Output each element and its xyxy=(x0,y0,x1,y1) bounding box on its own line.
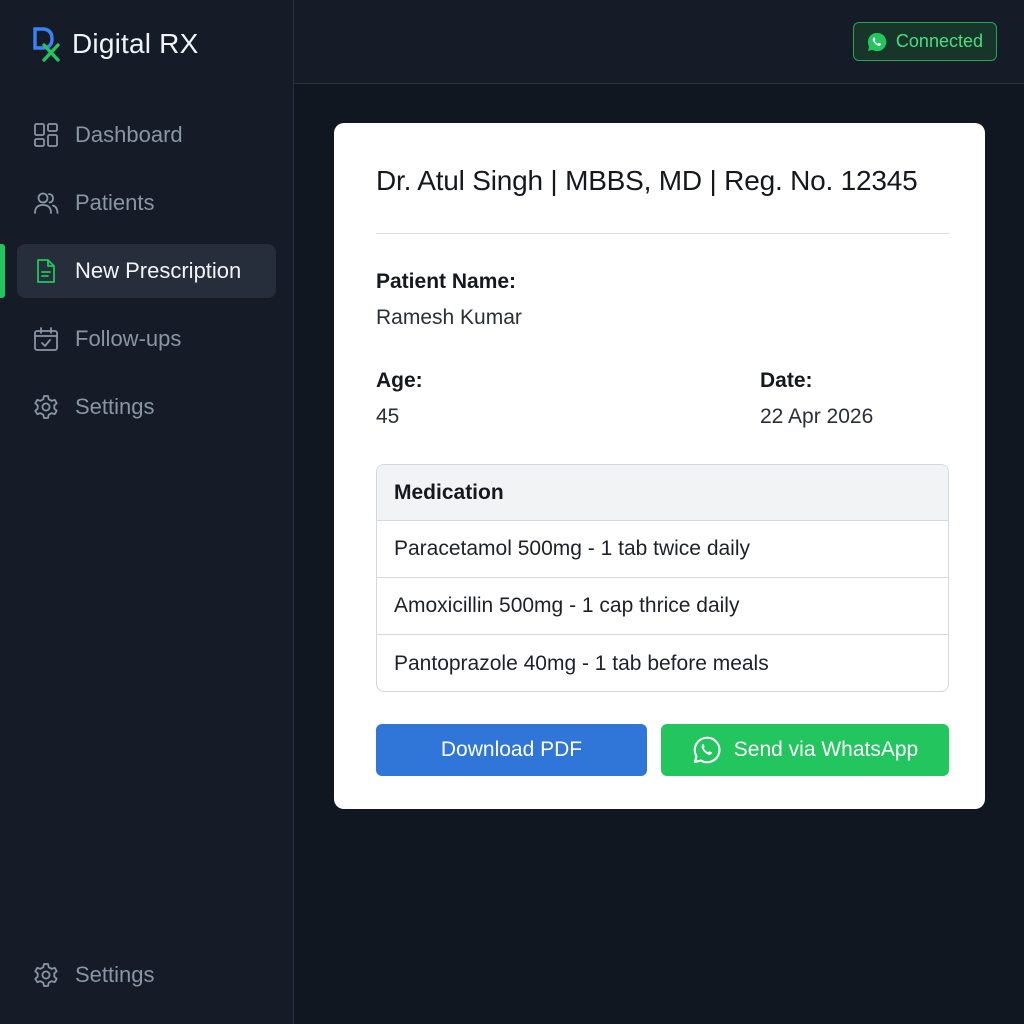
brand-name: Digital RX xyxy=(72,28,199,59)
medication-row: Pantoprazole 40mg - 1 tab before meals xyxy=(394,651,769,675)
gear-icon xyxy=(33,962,59,988)
brand[interactable]: Digital RX xyxy=(32,26,198,62)
send-whatsapp-button[interactable]: Send via WhatsApp xyxy=(661,724,949,776)
sidebar-item-patients[interactable]: Patients xyxy=(17,176,276,230)
divider xyxy=(376,233,949,234)
topbar: Connected xyxy=(294,0,1024,84)
sidebar-item-dashboard[interactable]: Dashboard xyxy=(17,108,276,162)
sidebar-item-label: Patients xyxy=(75,190,155,215)
sidebar-footer-settings[interactable]: Settings xyxy=(17,948,276,1002)
sidebar-item-label: Settings xyxy=(75,394,155,419)
download-pdf-button[interactable]: Download PDF xyxy=(376,724,647,776)
whatsapp-icon xyxy=(867,32,887,51)
prescription-card: Dr. Atul Singh | MBBS, MD | Reg. No. 123… xyxy=(334,123,985,809)
connection-status-label: Connected xyxy=(895,31,983,51)
send-whatsapp-label: Send via WhatsApp xyxy=(733,738,919,761)
sidebar-item-follow-ups[interactable]: Follow-ups xyxy=(17,312,276,366)
medication-header: Medication xyxy=(377,465,948,521)
active-indicator xyxy=(0,244,5,298)
medication-table: Medication Paracetamol 500mg - 1 tab twi… xyxy=(376,464,949,692)
medication-row: Paracetamol 500mg - 1 tab twice daily xyxy=(377,521,948,578)
sidebar-item-settings[interactable]: Settings xyxy=(17,380,276,434)
sidebar-item-label: New Prescription xyxy=(75,258,242,283)
age-value: 45 xyxy=(376,405,400,428)
dashboard-icon xyxy=(33,122,59,148)
patient-name-label: Patient Name: xyxy=(376,270,517,293)
date-value: 22 Apr 2026 xyxy=(760,405,874,428)
sidebar-item-label: Follow-ups xyxy=(75,326,182,351)
medication-row: Amoxicillin 500mg - 1 cap thrice daily xyxy=(377,578,948,635)
sidebar-item-label: Settings xyxy=(75,962,155,987)
sidebar-item-new-prescription[interactable]: New Prescription xyxy=(17,244,276,298)
connection-status-badge[interactable]: Connected xyxy=(852,22,997,61)
rx-logo-icon xyxy=(33,27,60,62)
age-label: Age: xyxy=(376,369,423,392)
doctor-header: Dr. Atul Singh | MBBS, MD | Reg. No. 123… xyxy=(376,165,918,196)
sidebar: Digital RX Dashboard Patients New Prescr… xyxy=(0,0,294,1024)
download-pdf-label: Download PDF xyxy=(440,738,583,761)
sidebar-item-label: Dashboard xyxy=(75,122,183,147)
patient-name-value: Ramesh Kumar xyxy=(376,306,522,329)
calendar-check-icon xyxy=(33,326,59,352)
date-label: Date: xyxy=(760,369,813,392)
document-icon xyxy=(33,258,59,284)
whatsapp-icon xyxy=(693,736,721,764)
gear-icon xyxy=(33,394,59,420)
users-icon xyxy=(33,190,59,216)
